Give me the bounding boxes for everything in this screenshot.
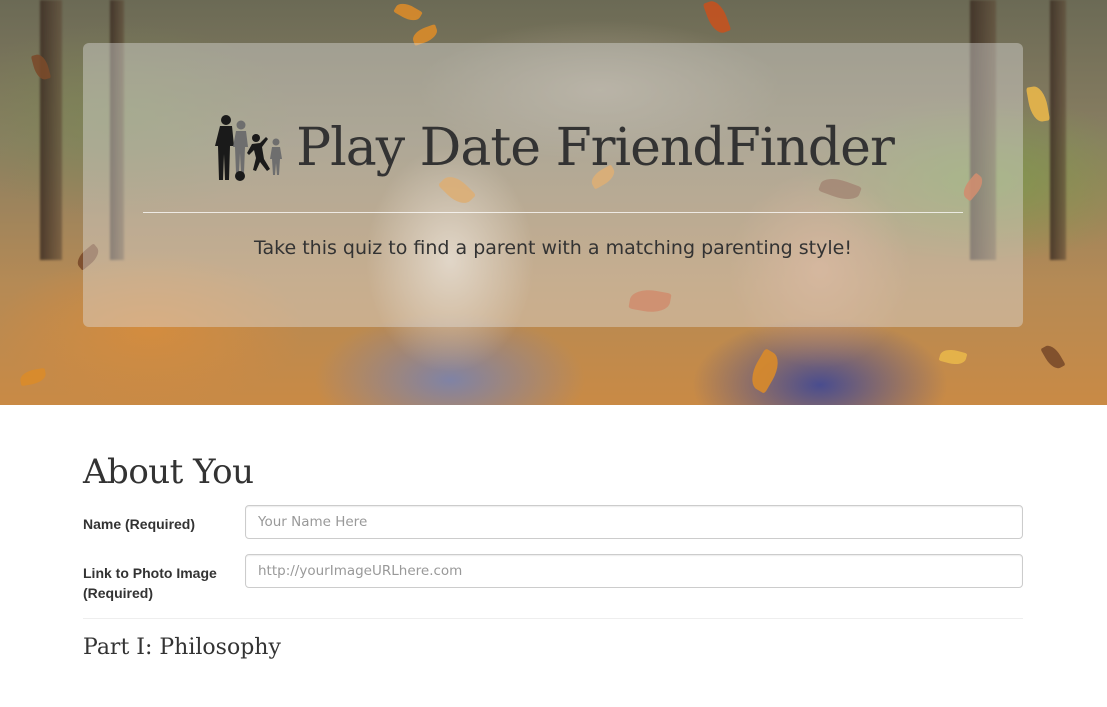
site-header: Play Date FriendFinder xyxy=(83,103,1023,193)
name-input[interactable] xyxy=(245,505,1023,539)
header-divider xyxy=(143,212,963,213)
falling-leaf xyxy=(1026,84,1050,124)
background-tree xyxy=(1050,0,1066,260)
falling-leaf xyxy=(18,367,48,387)
part-title-philosophy: Part I: Philosophy xyxy=(83,635,281,660)
section-title-about-you: About You xyxy=(83,452,254,492)
jumbotron: Play Date FriendFinder Take this quiz to… xyxy=(83,43,1023,327)
hero-banner: Play Date FriendFinder Take this quiz to… xyxy=(0,0,1107,405)
section-divider xyxy=(83,618,1023,619)
falling-leaf xyxy=(393,0,423,25)
tagline: Take this quiz to find a parent with a m… xyxy=(254,237,852,259)
falling-leaf xyxy=(938,346,968,368)
falling-leaf xyxy=(702,0,732,37)
photo-link-label: Link to Photo Image (Required) xyxy=(83,565,217,601)
name-label: Name (Required) xyxy=(83,516,196,532)
background-tree xyxy=(40,0,62,260)
falling-leaf xyxy=(745,348,785,394)
photo-link-input[interactable] xyxy=(245,554,1023,588)
falling-leaf xyxy=(1040,342,1066,372)
family-silhouette-icon xyxy=(215,115,283,181)
site-title: Play Date FriendFinder xyxy=(296,118,895,178)
